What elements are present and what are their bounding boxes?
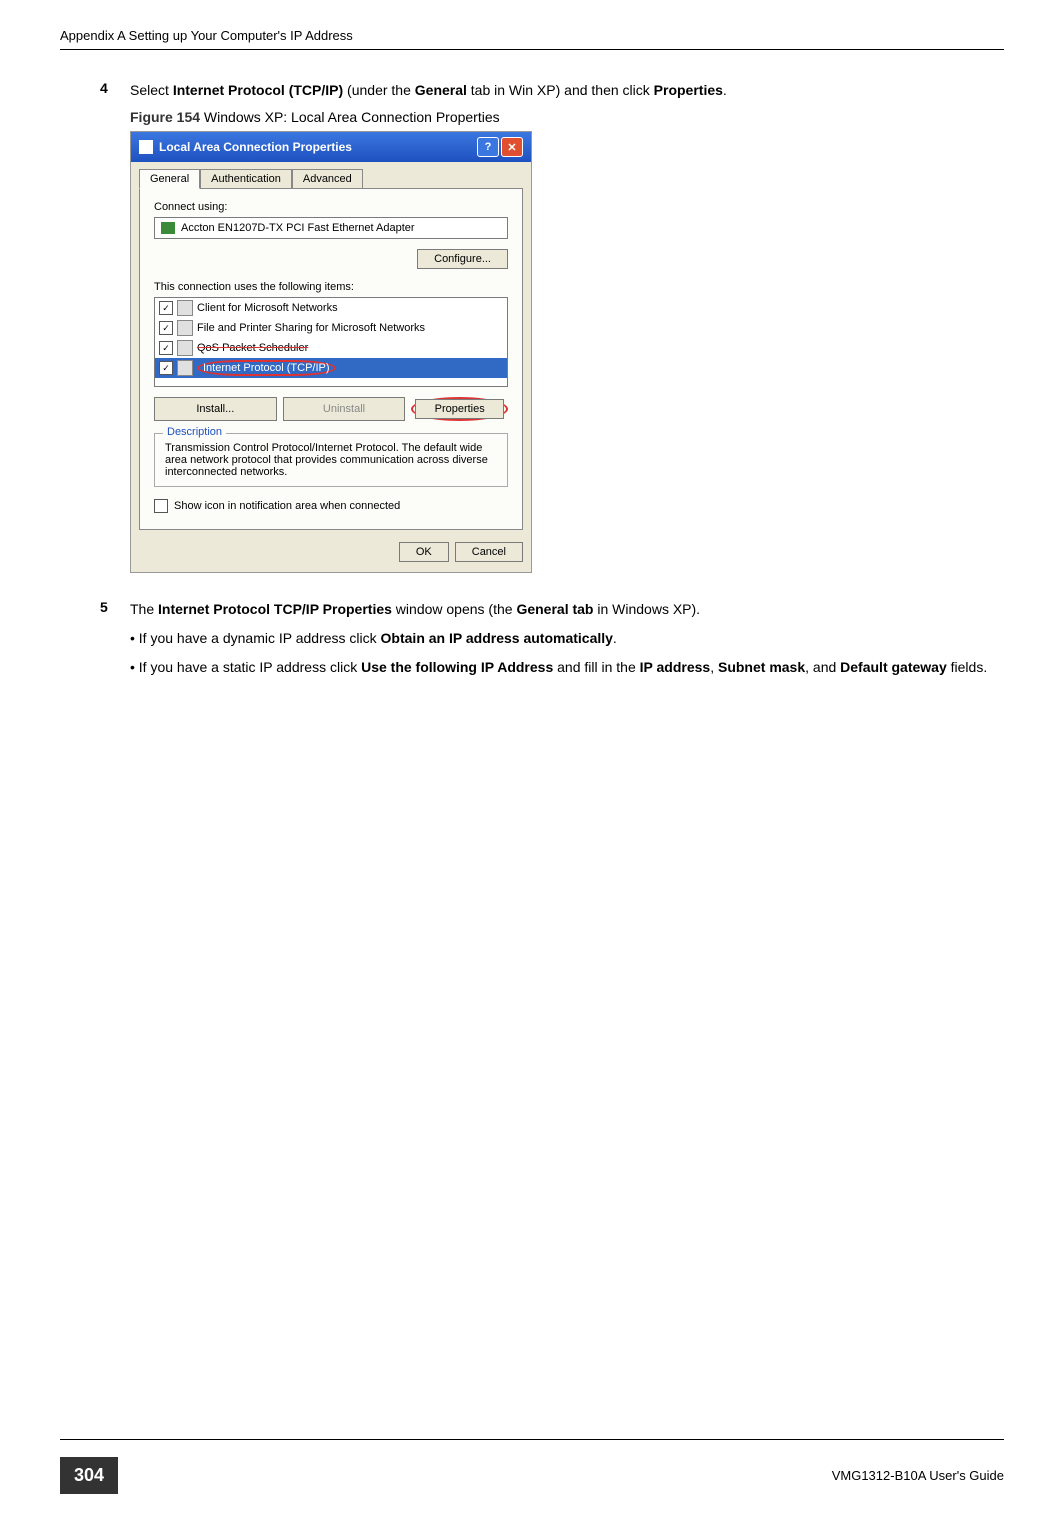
guide-name: VMG1312-B10A User's Guide xyxy=(832,1468,1004,1483)
items-label: This connection uses the following items… xyxy=(154,281,508,293)
adapter-name: Accton EN1207D-TX PCI Fast Ethernet Adap… xyxy=(181,222,415,234)
item-tcpip[interactable]: ✓ Internet Protocol (TCP/IP) xyxy=(155,358,507,378)
bullet-2: • If you have a static IP address click … xyxy=(130,657,1004,678)
footer-rule xyxy=(60,1439,1004,1440)
item-fileprint[interactable]: ✓ File and Printer Sharing for Microsoft… xyxy=(155,318,507,338)
page-number: 304 xyxy=(60,1457,118,1494)
dialog-title: Local Area Connection Properties xyxy=(159,140,352,154)
footer: 304 VMG1312-B10A User's Guide xyxy=(60,1457,1004,1494)
connect-using-label: Connect using: xyxy=(154,201,508,213)
figure-caption: Figure 154 Windows XP: Local Area Connec… xyxy=(130,109,1004,125)
component-icon xyxy=(177,340,193,356)
description-label: Description xyxy=(163,426,226,438)
tab-advanced[interactable]: Advanced xyxy=(292,169,363,189)
annotation-circle: Properties xyxy=(411,397,508,421)
checkbox-unchecked-icon[interactable] xyxy=(154,499,168,513)
item-client[interactable]: ✓ Client for Microsoft Networks xyxy=(155,298,507,318)
nic-icon xyxy=(161,222,175,234)
bullet-1: • If you have a dynamic IP address click… xyxy=(130,628,1004,649)
checkbox-checked-icon[interactable]: ✓ xyxy=(159,301,173,315)
step-number: 5 xyxy=(100,599,130,620)
item-qos[interactable]: ✓ QoS Packet Scheduler xyxy=(155,338,507,358)
tab-general[interactable]: General xyxy=(139,169,200,189)
step-text: Select Internet Protocol (TCP/IP) (under… xyxy=(130,80,727,101)
lan-properties-dialog: Local Area Connection Properties ? ✕ Gen… xyxy=(130,131,532,573)
step-4: 4 Select Internet Protocol (TCP/IP) (und… xyxy=(100,80,1004,101)
items-listbox[interactable]: ✓ Client for Microsoft Networks ✓ File a… xyxy=(154,297,508,387)
show-icon-label: Show icon in notification area when conn… xyxy=(174,500,400,512)
step-5: 5 The Internet Protocol TCP/IP Propertie… xyxy=(100,599,1004,620)
description-text: Transmission Control Protocol/Internet P… xyxy=(165,442,497,478)
close-button[interactable]: ✕ xyxy=(501,137,523,157)
ok-button[interactable]: OK xyxy=(399,542,449,562)
annotation-circle: Internet Protocol (TCP/IP) xyxy=(197,360,336,376)
checkbox-checked-icon[interactable]: ✓ xyxy=(159,321,173,335)
component-icon xyxy=(177,360,193,376)
titlebar: Local Area Connection Properties ? ✕ xyxy=(131,132,531,162)
component-icon xyxy=(177,320,193,336)
description-group: Description Transmission Control Protoco… xyxy=(154,433,508,487)
properties-button[interactable]: Properties xyxy=(415,399,504,419)
step-number: 4 xyxy=(100,80,130,101)
component-icon xyxy=(177,300,193,316)
header-title: Appendix A Setting up Your Computer's IP… xyxy=(60,28,1004,49)
show-icon-row[interactable]: Show icon in notification area when conn… xyxy=(154,499,508,513)
tab-authentication[interactable]: Authentication xyxy=(200,169,292,189)
bullet-list: • If you have a dynamic IP address click… xyxy=(100,628,1004,678)
uninstall-button: Uninstall xyxy=(283,397,406,421)
content-area: 4 Select Internet Protocol (TCP/IP) (und… xyxy=(0,50,1064,678)
configure-button[interactable]: Configure... xyxy=(417,249,508,269)
install-button[interactable]: Install... xyxy=(154,397,277,421)
checkbox-checked-icon[interactable]: ✓ xyxy=(159,341,173,355)
tabs: General Authentication Advanced xyxy=(131,162,531,188)
tab-panel: Connect using: Accton EN1207D-TX PCI Fas… xyxy=(139,188,523,530)
step-text: The Internet Protocol TCP/IP Properties … xyxy=(130,599,700,620)
window-icon xyxy=(139,140,153,154)
cancel-button[interactable]: Cancel xyxy=(455,542,523,562)
adapter-field: Accton EN1207D-TX PCI Fast Ethernet Adap… xyxy=(154,217,508,239)
checkbox-checked-icon[interactable]: ✓ xyxy=(159,361,173,375)
help-button[interactable]: ? xyxy=(477,137,499,157)
header: Appendix A Setting up Your Computer's IP… xyxy=(60,0,1004,50)
